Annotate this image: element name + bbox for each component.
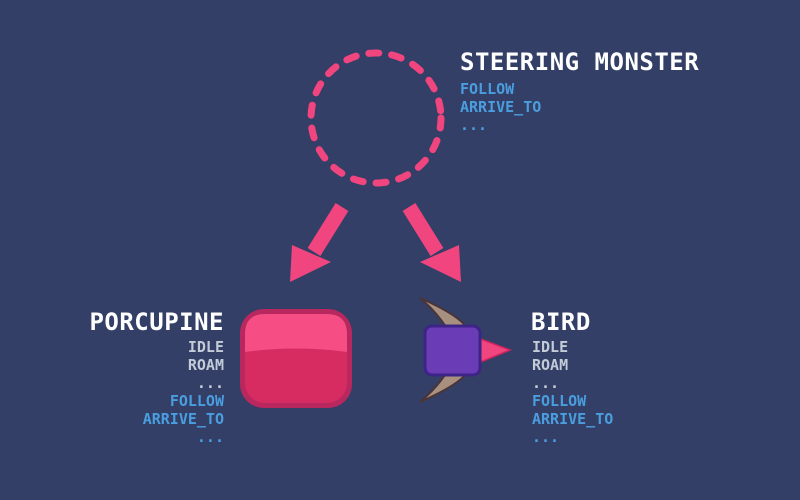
arrow-head-porcupine [290, 245, 331, 282]
porcupine-state-arrive-to: ARRIVE_TO [142, 410, 224, 428]
diagram-canvas: STEERING MONSTER FOLLOW ARRIVE_TO ... PO… [0, 0, 800, 500]
bird-state-more-steering: ... [532, 428, 560, 446]
bird-state-more: ... [532, 374, 560, 392]
porcupine-state-more: ... [196, 374, 224, 392]
steering-state-arrive-to: ARRIVE_TO [460, 98, 542, 116]
arrow-to-bird [402, 203, 444, 256]
steering-state-more: ... [460, 116, 488, 134]
porcupine-common-states: IDLE ROAM ... [188, 338, 224, 392]
bird-state-roam: ROAM [532, 356, 569, 374]
porcupine-state-follow: FOLLOW [169, 392, 224, 410]
steering-state-follow: FOLLOW [460, 80, 515, 98]
bird-sprite [419, 297, 513, 403]
porcupine-sprite [240, 309, 352, 408]
bird-state-follow: FOLLOW [532, 392, 587, 410]
steering-monster-states: FOLLOW ARRIVE_TO ... [460, 80, 541, 134]
arrow-head-bird [420, 245, 461, 282]
bird-title: BIRD [531, 308, 591, 336]
bird-state-idle: IDLE [532, 338, 569, 356]
porcupine-state-idle: IDLE [187, 338, 224, 356]
bird-steering-states: FOLLOW ARRIVE_TO ... [532, 392, 613, 446]
steering-monster-title: STEERING MONSTER [460, 48, 700, 76]
porcupine-title: PORCUPINE [89, 308, 224, 336]
steering-monster-dashed-circle [307, 49, 445, 187]
bird-common-states: IDLE ROAM ... [532, 338, 568, 392]
arrow-to-porcupine [307, 203, 349, 256]
porcupine-steering-states: FOLLOW ARRIVE_TO ... [143, 392, 224, 446]
bird-state-arrive-to: ARRIVE_TO [532, 410, 614, 428]
porcupine-state-roam: ROAM [187, 356, 224, 374]
porcupine-state-more-steering: ... [196, 428, 224, 446]
